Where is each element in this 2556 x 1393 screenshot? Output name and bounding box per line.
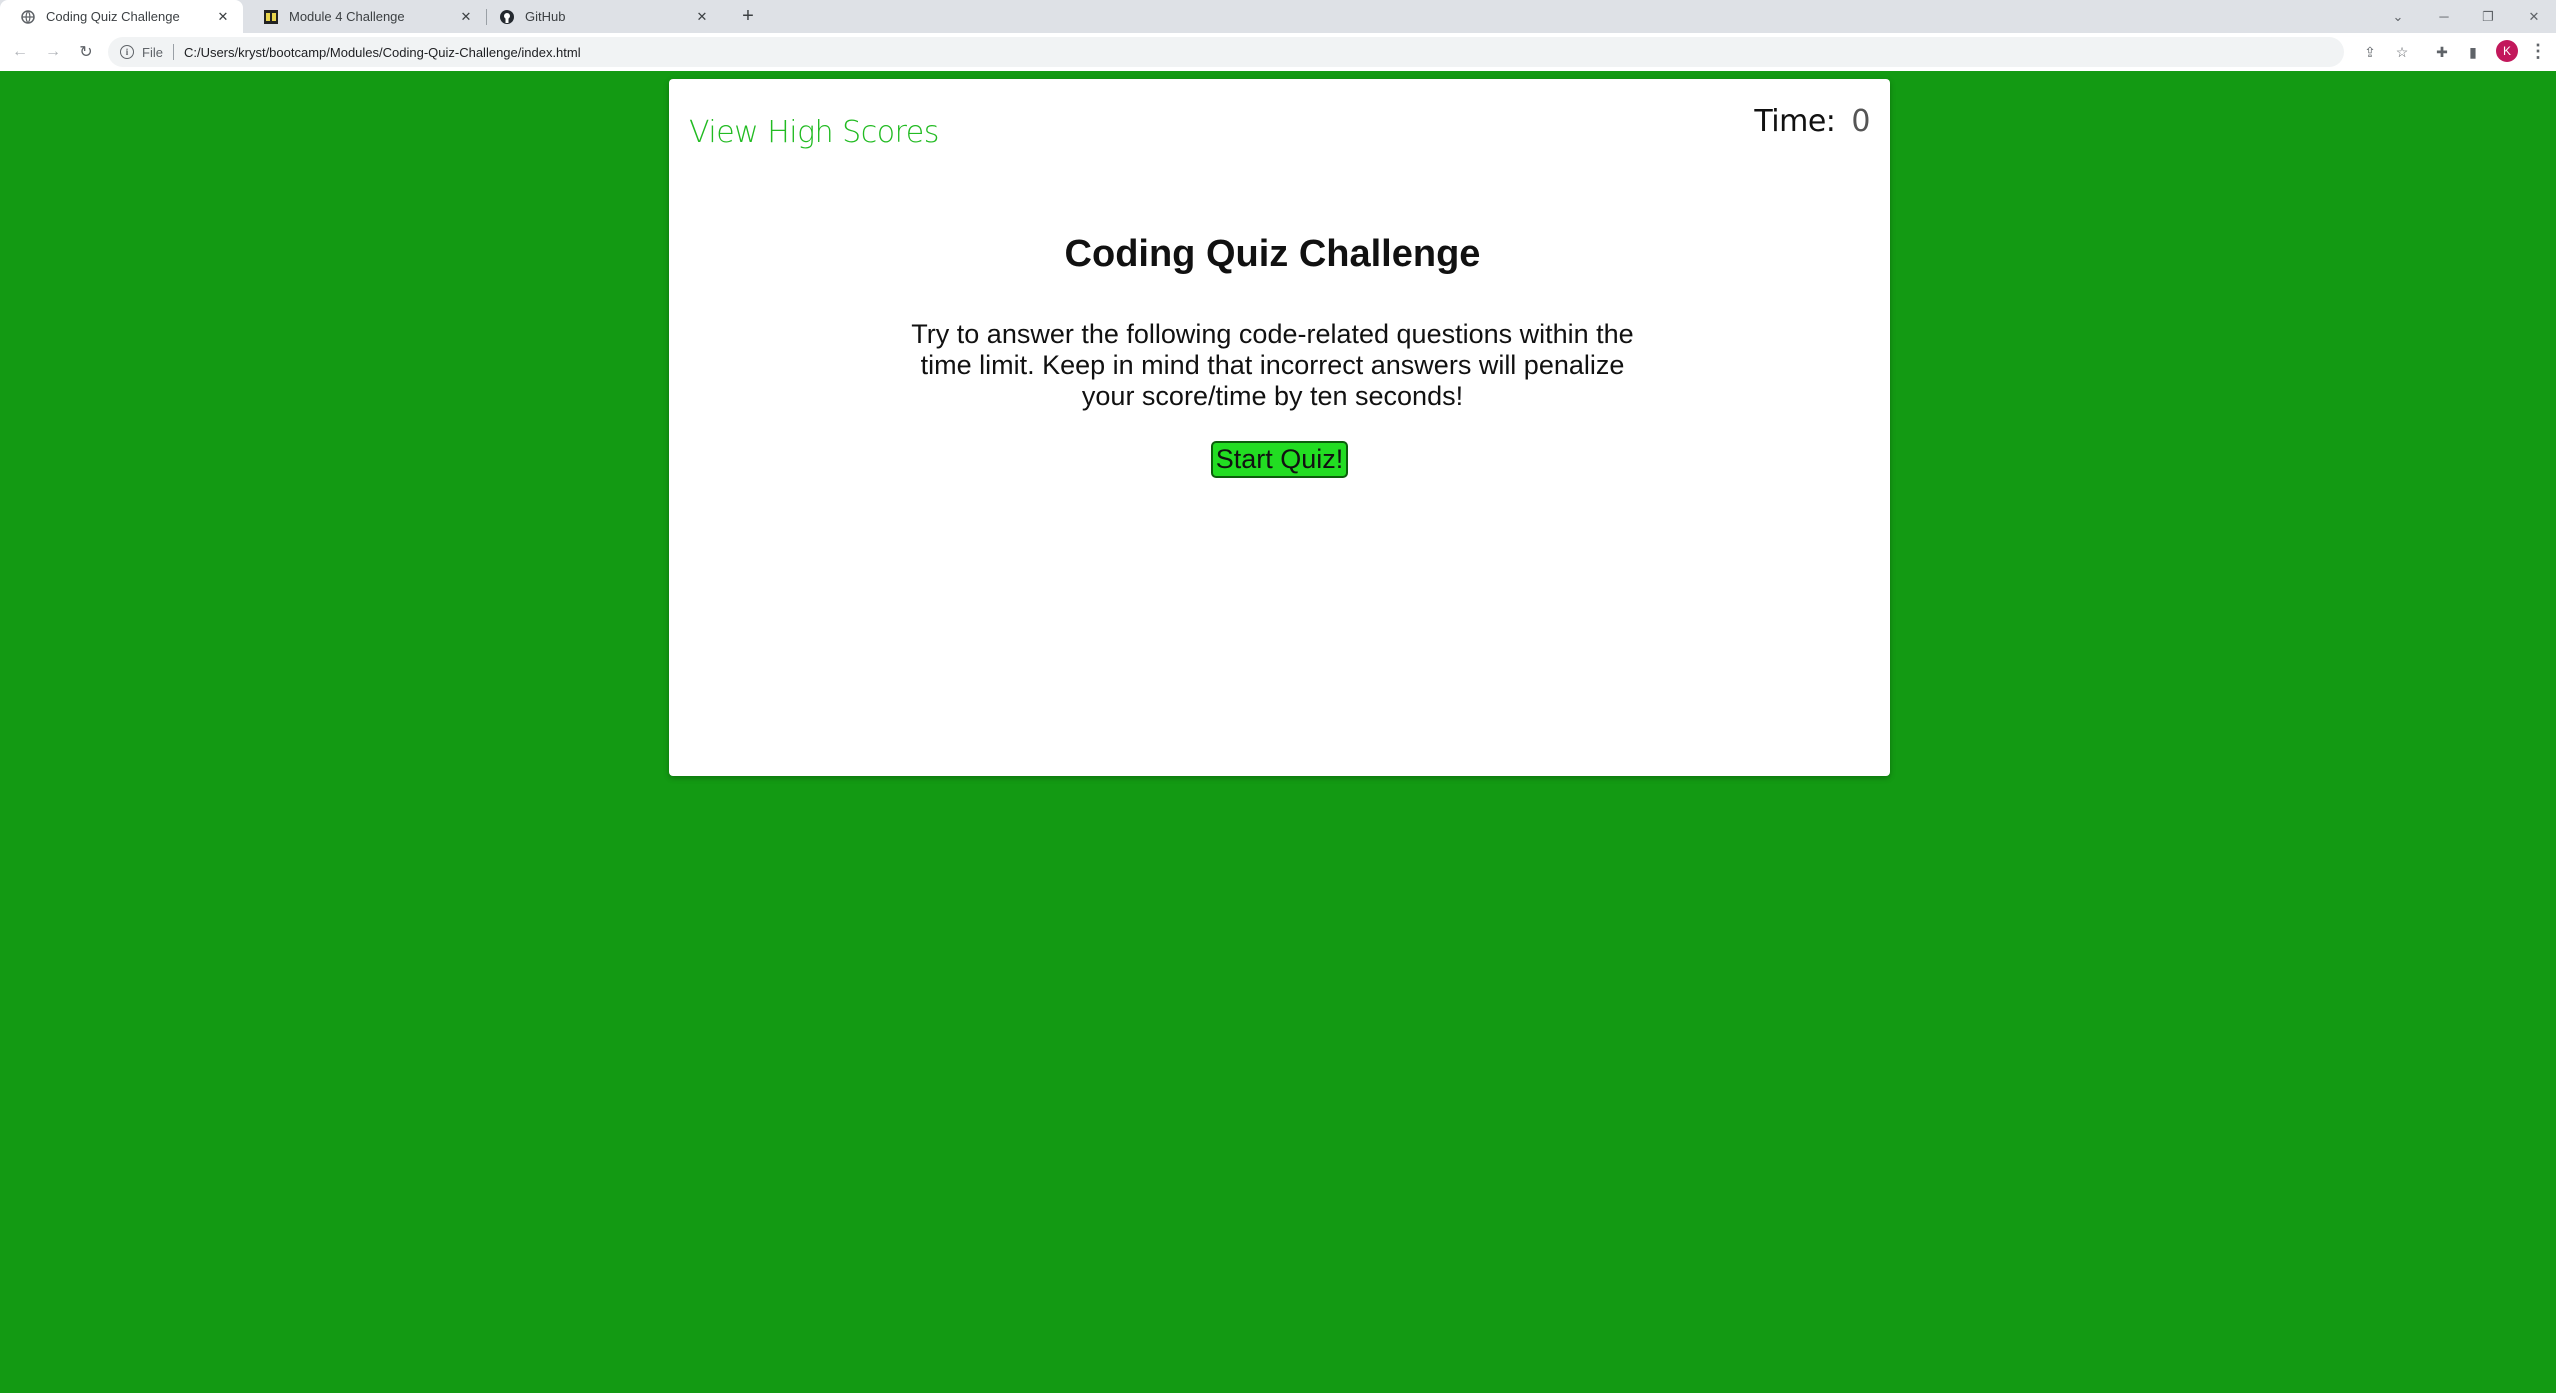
tab-github[interactable]: GitHub ✕ <box>479 0 722 33</box>
new-tab-icon[interactable]: + <box>736 4 760 28</box>
back-icon[interactable]: ← <box>8 40 32 64</box>
globe-icon <box>20 9 36 25</box>
omnibox-divider <box>172 44 174 60</box>
browser-toolbar: ← → ↻ i File C:/Users/kryst/bootcamp/Mod… <box>0 33 2556 71</box>
close-tab-icon[interactable]: ✕ <box>215 9 231 25</box>
tab-search-icon[interactable]: ⌄ <box>2376 0 2420 33</box>
timer: Time: 0 <box>1754 104 1870 139</box>
address-bar[interactable]: i File C:/Users/kryst/bootcamp/Modules/C… <box>108 37 2344 67</box>
timer-value: 0 <box>1851 104 1870 139</box>
timer-label: Time: <box>1754 104 1836 139</box>
site-info-icon[interactable]: i <box>120 45 134 59</box>
url-scheme: File <box>142 44 163 60</box>
url-text[interactable]: C:/Users/kryst/bootcamp/Modules/Coding-Q… <box>184 45 581 60</box>
bootcamp-logo-icon <box>263 9 279 25</box>
close-window-icon[interactable]: ✕ <box>2512 0 2556 33</box>
start-quiz-button[interactable]: Start Quiz! <box>1211 441 1348 478</box>
tab-title: GitHub <box>525 9 566 24</box>
bookmark-star-icon[interactable]: ☆ <box>2392 42 2412 62</box>
reload-icon[interactable]: ↻ <box>74 40 98 64</box>
close-tab-icon[interactable]: ✕ <box>694 9 710 25</box>
view-high-scores-link[interactable]: View High Scores <box>689 115 939 150</box>
tab-title: Module 4 Challenge <box>289 9 405 24</box>
tab-title: Coding Quiz Challenge <box>46 9 180 24</box>
tab-coding-quiz[interactable]: Coding Quiz Challenge ✕ <box>0 0 243 33</box>
share-icon[interactable]: ⇪ <box>2360 42 2380 62</box>
close-tab-icon[interactable]: ✕ <box>458 9 474 25</box>
page-title: Coding Quiz Challenge <box>1064 233 1481 275</box>
tab-module-4[interactable]: Module 4 Challenge ✕ <box>243 0 486 33</box>
restore-icon[interactable]: ❐ <box>2466 0 2510 33</box>
side-panel-icon[interactable]: ▮ <box>2463 42 2483 62</box>
github-icon <box>499 9 515 25</box>
minimize-icon[interactable]: ─ <box>2422 0 2466 33</box>
quiz-card: View High Scores Time: 0 Coding Quiz Chal… <box>669 79 1890 776</box>
browser-menu-icon[interactable]: ⋮ <box>2528 40 2548 62</box>
intro-text: Try to answer the following code-related… <box>911 319 1634 411</box>
extensions-icon[interactable]: ✚ <box>2432 42 2452 62</box>
profile-avatar[interactable]: K <box>2496 40 2518 62</box>
tab-strip: Coding Quiz Challenge ✕ Module 4 Challen… <box>0 0 2556 33</box>
forward-icon[interactable]: → <box>41 40 65 64</box>
